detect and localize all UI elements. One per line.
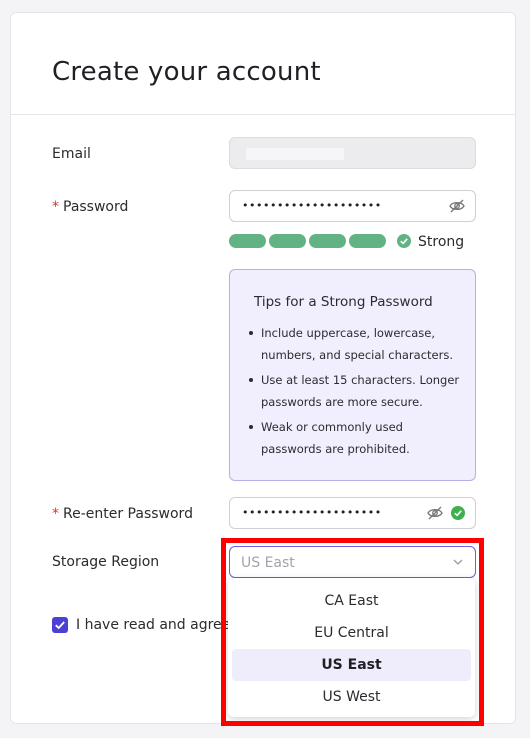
region-option-us-west[interactable]: US West — [232, 681, 471, 713]
storage-region-label: Storage Region — [52, 554, 160, 570]
check-circle-icon — [397, 234, 411, 248]
region-option-eu-central[interactable]: EU Central — [232, 617, 471, 649]
header-divider — [11, 114, 515, 115]
password-tips-box: Tips for a Strong Password Include upper… — [229, 269, 476, 481]
check-circle-icon — [451, 506, 465, 520]
email-value-redacted — [246, 148, 344, 160]
reenter-label-text: Re-enter Password — [63, 506, 193, 522]
tip-item: Use at least 15 characters. Longer passw… — [248, 369, 463, 413]
strength-segment — [229, 234, 266, 248]
strength-label: Strong — [418, 234, 465, 250]
tips-list: Include uppercase, lowercase, numbers, a… — [248, 322, 463, 463]
agree-text: I have read and agree t — [76, 617, 241, 633]
agree-checkbox[interactable] — [52, 617, 68, 633]
email-label: Email — [52, 146, 91, 162]
reenter-password-field[interactable]: •••••••••••••••••••• — [229, 497, 476, 529]
password-label-text: Password — [63, 199, 129, 215]
strength-segment — [269, 234, 306, 248]
checkbox-checked-icon — [55, 621, 65, 630]
storage-region-select[interactable]: US East — [229, 546, 476, 578]
tips-title: Tips for a Strong Password — [254, 294, 433, 310]
email-field — [229, 137, 476, 169]
chevron-down-icon — [453, 559, 463, 565]
password-field[interactable]: •••••••••••••••••••• — [229, 190, 476, 222]
password-value: •••••••••••••••••••• — [242, 199, 382, 212]
strength-segment — [309, 234, 346, 248]
reenter-password-label: * Re-enter Password — [52, 506, 193, 522]
tip-item: Include uppercase, lowercase, numbers, a… — [248, 322, 463, 366]
eye-off-icon[interactable] — [449, 199, 465, 213]
region-option-ca-east[interactable]: CA East — [232, 585, 471, 617]
password-strength-meter — [229, 234, 386, 248]
required-marker: * — [52, 506, 59, 522]
reenter-password-value: •••••••••••••••••••• — [242, 506, 382, 519]
region-dropdown-menu: CA East EU Central US East US West — [228, 578, 475, 717]
eye-off-icon[interactable] — [427, 506, 443, 520]
page-title: Create your account — [52, 57, 321, 87]
tip-item: Weak or commonly used passwords are proh… — [248, 416, 463, 460]
select-value: US East — [241, 555, 295, 571]
region-option-us-east[interactable]: US East — [232, 649, 471, 681]
password-label: * Password — [52, 199, 128, 215]
required-marker: * — [52, 199, 59, 215]
strength-segment — [349, 234, 386, 248]
